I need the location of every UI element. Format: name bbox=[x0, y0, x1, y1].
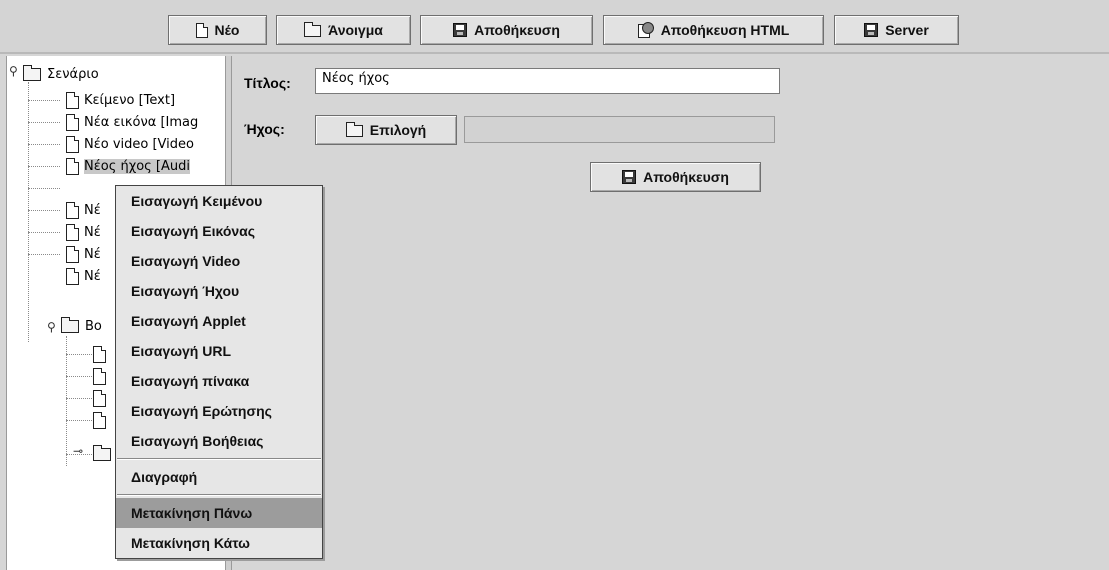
tree-item[interactable]: Νέ bbox=[66, 265, 101, 287]
document-icon bbox=[66, 267, 79, 285]
tree-item-selected[interactable]: Νέος ήχος [Audi bbox=[66, 155, 190, 177]
document-icon bbox=[66, 245, 79, 263]
tree-item[interactable]: Κείμενο [Text] bbox=[66, 89, 175, 111]
menu-insert-help[interactable]: Εισαγωγή Βοήθειας bbox=[116, 426, 322, 456]
tree-item-label: Νέ bbox=[84, 202, 101, 218]
open-folder-icon bbox=[304, 22, 322, 37]
menu-separator bbox=[117, 494, 321, 496]
server-button[interactable]: Server bbox=[834, 15, 959, 45]
sound-label: Ήχος: bbox=[244, 121, 285, 137]
menu-insert-audio[interactable]: Εισαγωγή Ήχου bbox=[116, 276, 322, 306]
tree-line bbox=[28, 166, 60, 167]
sound-path-field bbox=[464, 116, 775, 143]
tree-handle-icon[interactable]: ⚲ bbox=[47, 320, 56, 334]
tree-line bbox=[66, 376, 92, 377]
tree-item[interactable]: Νέα εικόνα [Imag bbox=[66, 111, 198, 133]
document-icon bbox=[93, 411, 106, 429]
tree-line bbox=[28, 232, 60, 233]
tree-subfolder-label: Βο bbox=[85, 318, 102, 334]
tree-item[interactable]: Νέο video [Video bbox=[66, 133, 194, 155]
tree-line bbox=[28, 254, 60, 255]
document-icon bbox=[66, 113, 79, 131]
menu-move-down[interactable]: Μετακίνηση Κάτω bbox=[116, 528, 322, 558]
tree-item-label: Νέ bbox=[84, 268, 101, 284]
tree-subitem[interactable] bbox=[93, 343, 111, 365]
folder-icon bbox=[23, 64, 41, 81]
toolbar: Νέο Άνοιγμα Αποθήκευση Αποθήκευση HTML S… bbox=[0, 0, 1109, 54]
form-save-button-label: Αποθήκευση bbox=[643, 169, 729, 185]
title-label: Τίτλος: bbox=[244, 75, 291, 91]
tree-subitem[interactable] bbox=[93, 387, 111, 409]
save-button-label: Αποθήκευση bbox=[474, 22, 560, 38]
save-html-button[interactable]: Αποθήκευση HTML bbox=[603, 15, 824, 45]
tree-subfolder[interactable] bbox=[93, 443, 117, 465]
save-html-icon bbox=[637, 22, 654, 38]
editor-panel: Τίτλος: Νέος ήχος Ήχος: Επιλογή Αποθήκευ… bbox=[232, 56, 1109, 570]
tree-handle-icon[interactable]: ⊸ bbox=[73, 444, 83, 458]
tree-item[interactable]: Νέ bbox=[66, 243, 101, 265]
tree-line bbox=[66, 420, 92, 421]
menu-insert-applet[interactable]: Εισαγωγή Applet bbox=[116, 306, 322, 336]
tree-subitem[interactable] bbox=[93, 409, 111, 431]
title-input[interactable]: Νέος ήχος bbox=[315, 68, 780, 94]
tree-item-label: Νέα εικόνα [Imag bbox=[84, 114, 199, 130]
form-save-button[interactable]: Αποθήκευση bbox=[590, 162, 761, 192]
tree-line bbox=[28, 82, 29, 342]
tree-item-label: Νέος ήχος [Audi bbox=[84, 158, 190, 174]
document-icon bbox=[66, 135, 79, 153]
tree-item-label: Νέ bbox=[84, 224, 101, 240]
save-html-button-label: Αποθήκευση HTML bbox=[660, 22, 790, 38]
document-icon bbox=[93, 389, 106, 407]
menu-insert-url[interactable]: Εισαγωγή URL bbox=[116, 336, 322, 366]
folder-icon bbox=[93, 444, 111, 461]
tree-item-label: Κείμενο [Text] bbox=[84, 92, 176, 108]
tree-line bbox=[28, 188, 60, 189]
tree-line bbox=[66, 398, 92, 399]
tree-root-label: Σενάριο bbox=[47, 66, 99, 82]
tree-line bbox=[28, 122, 60, 123]
new-page-icon bbox=[195, 22, 208, 38]
document-icon bbox=[93, 345, 106, 363]
new-button-label: Νέο bbox=[214, 22, 240, 38]
menu-insert-table[interactable]: Εισαγωγή πίνακα bbox=[116, 366, 322, 396]
tree-line bbox=[28, 144, 60, 145]
menu-insert-question[interactable]: Εισαγωγή Ερώτησης bbox=[116, 396, 322, 426]
tree-line bbox=[66, 354, 92, 355]
menu-insert-video[interactable]: Εισαγωγή Video bbox=[116, 246, 322, 276]
menu-move-up[interactable]: Μετακίνηση Πάνω bbox=[116, 498, 322, 528]
tree-handle-icon[interactable]: ⚲ bbox=[9, 64, 18, 78]
tree-item[interactable]: Νέ bbox=[66, 221, 101, 243]
open-button-label: Άνοιγμα bbox=[328, 22, 383, 38]
document-icon bbox=[93, 367, 106, 385]
tree-item-label: Νέο video [Video bbox=[84, 136, 194, 152]
menu-insert-text[interactable]: Εισαγωγή Κειμένου bbox=[116, 186, 322, 216]
new-button[interactable]: Νέο bbox=[168, 15, 267, 45]
tree-root[interactable]: Σενάριο bbox=[23, 63, 99, 85]
document-icon bbox=[66, 91, 79, 109]
menu-insert-image[interactable]: Εισαγωγή Εικόνας bbox=[116, 216, 322, 246]
tree-subfolder[interactable]: Βο bbox=[61, 315, 102, 337]
server-button-label: Server bbox=[885, 22, 929, 38]
document-icon bbox=[66, 201, 79, 219]
menu-delete[interactable]: Διαγραφή bbox=[116, 462, 322, 492]
document-icon bbox=[66, 157, 79, 175]
tree-item[interactable]: Νέ bbox=[66, 199, 101, 221]
select-sound-button-label: Επιλογή bbox=[369, 122, 427, 138]
save-button[interactable]: Αποθήκευση bbox=[420, 15, 593, 45]
open-button[interactable]: Άνοιγμα bbox=[276, 15, 411, 45]
select-sound-button[interactable]: Επιλογή bbox=[315, 115, 457, 145]
context-menu: Εισαγωγή Κειμένου Εισαγωγή Εικόνας Εισαγ… bbox=[115, 185, 323, 559]
open-folder-icon bbox=[345, 122, 363, 137]
folder-icon bbox=[61, 316, 79, 333]
save-disk-icon bbox=[622, 170, 637, 184]
save-disk-icon bbox=[453, 23, 468, 37]
server-disk-icon bbox=[864, 23, 879, 37]
tree-line bbox=[28, 210, 60, 211]
tree-line bbox=[66, 336, 67, 466]
menu-separator bbox=[117, 458, 321, 460]
tree-line bbox=[28, 100, 60, 101]
tree-item-label: Νέ bbox=[84, 246, 101, 262]
document-icon bbox=[66, 223, 79, 241]
tree-subitem[interactable] bbox=[93, 365, 111, 387]
